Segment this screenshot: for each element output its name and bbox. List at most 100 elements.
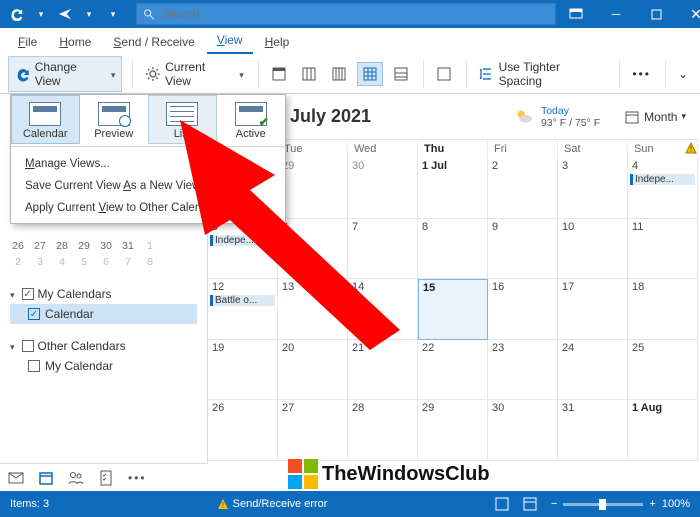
- my-calendars-label: My Calendars: [38, 287, 112, 301]
- dow-fri: Fri: [488, 140, 558, 158]
- zoom-slider[interactable]: [563, 503, 643, 506]
- day-cell[interactable]: 23: [488, 340, 558, 401]
- event-item[interactable]: Indepe...: [210, 235, 275, 246]
- view-scope-label: Month: [644, 110, 677, 124]
- warning-icon[interactable]: !: [685, 142, 697, 154]
- day-cell[interactable]: 1 Jul: [418, 158, 488, 219]
- other-calendars-group[interactable]: Other Calendars: [10, 336, 197, 356]
- sync-icon[interactable]: [10, 7, 24, 21]
- current-view-button[interactable]: Current View: [141, 57, 247, 91]
- day-cell[interactable]: 29: [278, 158, 348, 219]
- event-item[interactable]: Battle o...: [210, 295, 275, 306]
- view-option-list[interactable]: List: [148, 95, 217, 144]
- day-cell[interactable]: 21: [348, 340, 418, 401]
- tab-view[interactable]: View: [207, 28, 253, 54]
- day-cell[interactable]: 20: [278, 340, 348, 401]
- weather-widget[interactable]: Today93° F / 75° F: [513, 105, 600, 129]
- zoom-level: 100%: [662, 498, 690, 510]
- gear-icon: [145, 66, 161, 82]
- day-cell[interactable]: 31: [558, 400, 628, 461]
- day-cell[interactable]: 30: [348, 158, 418, 219]
- dow-sat: Sat: [558, 140, 628, 158]
- week-view-button[interactable]: [327, 63, 351, 85]
- day-cell[interactable]: 29: [418, 400, 488, 461]
- view-option-preview[interactable]: Preview: [80, 95, 149, 144]
- day-cell[interactable]: 12Battle o...: [208, 279, 278, 340]
- day-cell[interactable]: 16: [488, 279, 558, 340]
- workweek-view-button[interactable]: [297, 63, 321, 85]
- watermark: TheWindowsClub: [288, 459, 490, 489]
- view-option-calendar[interactable]: Calendar: [11, 95, 80, 144]
- day-cell-today[interactable]: 15: [418, 279, 488, 340]
- send-all-icon[interactable]: [58, 7, 72, 21]
- day-cell[interactable]: 28: [348, 400, 418, 461]
- mini-calendar[interactable]: 2627282930311 2345678: [0, 234, 207, 278]
- tasks-nav-icon[interactable]: [98, 470, 114, 486]
- day-cell[interactable]: 10: [558, 219, 628, 280]
- view-scope-selector[interactable]: Month▾: [624, 109, 686, 125]
- weather-temps: 93° F / 75° F: [541, 117, 600, 129]
- day-cell[interactable]: 2: [488, 158, 558, 219]
- ribbon-display-options[interactable]: [556, 0, 596, 28]
- apply-view-menuitem[interactable]: Apply Current View to Other Calendar Fo: [11, 197, 285, 219]
- my-calendar-item-label: My Calendar: [45, 359, 113, 373]
- change-view-button[interactable]: Change View: [8, 56, 122, 92]
- calendar-item-label: Calendar: [45, 307, 94, 321]
- day-cell[interactable]: 13: [278, 279, 348, 340]
- collapse-ribbon-button[interactable]: ⌄: [674, 64, 692, 84]
- dow-tue: Tue: [278, 140, 348, 158]
- time-scale-button[interactable]: [432, 63, 456, 85]
- status-error[interactable]: ! Send/Receive error: [217, 498, 328, 510]
- nav-more-button[interactable]: •••: [128, 471, 147, 485]
- day-cell[interactable]: 26: [208, 400, 278, 461]
- calendar-item[interactable]: ✓Calendar: [10, 304, 197, 324]
- change-view-dropdown: Calendar Preview List Active MManage Vie…: [10, 94, 286, 224]
- people-nav-icon[interactable]: [68, 470, 84, 486]
- zoom-control[interactable]: −+ 100%: [551, 498, 690, 510]
- my-calendars-group[interactable]: ✓My Calendars: [10, 284, 197, 304]
- qat-customize-icon[interactable]: ▾: [106, 7, 120, 21]
- dow-thu: Thu: [418, 140, 488, 158]
- tab-file[interactable]: File: [8, 30, 47, 54]
- day-cell[interactable]: 17: [558, 279, 628, 340]
- day-cell[interactable]: 8: [418, 219, 488, 280]
- day-view-button[interactable]: [267, 63, 291, 85]
- normal-view-icon[interactable]: [495, 497, 509, 511]
- calendar-nav-icon[interactable]: [38, 470, 54, 486]
- warning-icon: !: [217, 498, 229, 510]
- qat-dropdown2-icon[interactable]: ▾: [82, 7, 96, 21]
- day-cell[interactable]: 7: [348, 219, 418, 280]
- day-cell[interactable]: 19: [208, 340, 278, 401]
- schedule-view-button[interactable]: [389, 63, 413, 85]
- tab-home[interactable]: Home: [49, 30, 101, 54]
- ribbon: Change View Current View Use Tighter Spa…: [0, 54, 700, 94]
- error-indicator-strip: !: [684, 140, 698, 463]
- search-box[interactable]: [136, 3, 556, 25]
- save-view-menuitem[interactable]: Save Current View As a New View...: [11, 175, 285, 197]
- use-tighter-spacing-button[interactable]: Use Tighter Spacing: [475, 57, 610, 91]
- mail-nav-icon[interactable]: [8, 470, 24, 486]
- search-input[interactable]: [161, 7, 549, 21]
- day-cell[interactable]: 5Indepe...: [208, 219, 278, 280]
- day-cell[interactable]: 24: [558, 340, 628, 401]
- day-cell[interactable]: 30: [488, 400, 558, 461]
- day-cell[interactable]: 6: [278, 219, 348, 280]
- day-cell[interactable]: 14: [348, 279, 418, 340]
- day-cell[interactable]: 3: [558, 158, 628, 219]
- svg-text:!: !: [222, 501, 224, 510]
- day-cell[interactable]: 27: [278, 400, 348, 461]
- view-option-active[interactable]: Active: [217, 95, 286, 144]
- more-commands-button[interactable]: •••: [628, 64, 655, 84]
- tab-send-receive[interactable]: Send / Receive: [103, 30, 204, 54]
- maximize-button[interactable]: [636, 0, 676, 28]
- my-calendar-item[interactable]: My Calendar: [10, 356, 197, 376]
- month-view-button[interactable]: [357, 62, 383, 86]
- minimize-button[interactable]: ─: [596, 0, 636, 28]
- day-cell[interactable]: 22: [418, 340, 488, 401]
- day-cell[interactable]: 9: [488, 219, 558, 280]
- reading-view-icon[interactable]: [523, 497, 537, 511]
- manage-views-menuitem[interactable]: MManage Views...anage Views...: [11, 153, 285, 175]
- tab-help[interactable]: Help: [255, 30, 300, 54]
- close-button[interactable]: ✕: [676, 0, 700, 28]
- qat-dropdown-icon[interactable]: ▾: [34, 7, 48, 21]
